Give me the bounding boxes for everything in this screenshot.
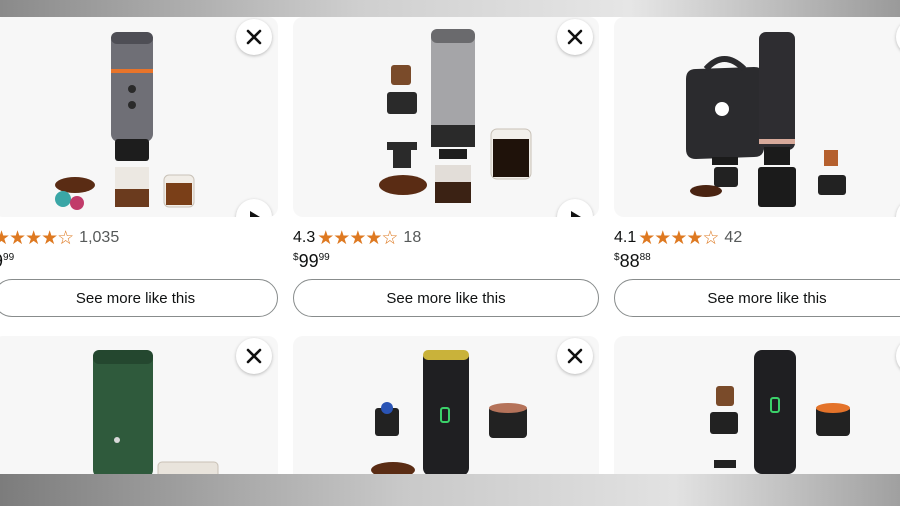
price: $9999 [293,252,330,270]
dismiss-button[interactable] [557,19,593,55]
product-image[interactable] [614,17,900,217]
top-dim-band [0,0,900,17]
price-whole: 88 [619,251,640,271]
price: $8888 [614,252,651,270]
product-card-4[interactable] [0,336,278,474]
price-whole: 99 [298,251,319,271]
dismiss-button[interactable] [236,338,272,374]
product-card-6[interactable] [614,336,900,474]
close-icon [246,348,262,364]
product-card-5-viewport [293,336,599,474]
product-image[interactable] [614,336,900,474]
dismiss-button[interactable] [557,338,593,374]
review-count[interactable]: 42 [724,229,742,247]
rating-row: 4.3 ★★★★☆ 18 [293,227,421,249]
product-card-1[interactable]: ★★★★☆ 1,035 999 See more like this [0,17,278,322]
product-card-3-viewport: 4.1 ★★★★☆ 42 $8888 See more like this [614,17,900,322]
star-rating: ★★★★☆ [0,227,74,249]
close-icon [567,348,583,364]
star-rating: ★★★★☆ [317,227,398,249]
see-more-button[interactable]: See more like this [293,279,599,317]
product-card-4-viewport [0,336,285,474]
dismiss-button[interactable] [236,19,272,55]
close-icon [246,29,262,45]
rating-row: 4.1 ★★★★☆ 42 [614,227,742,249]
price-cents: 99 [318,252,330,263]
price-cents: 88 [639,252,651,263]
rating-value: 4.3 [293,229,316,246]
product-image[interactable] [0,17,278,217]
product-image[interactable] [293,17,599,217]
see-more-button[interactable]: See more like this [0,279,278,317]
portable-espresso-maker-image [55,32,195,210]
bottom-dim-band [0,474,900,506]
close-icon [567,29,583,45]
price-currency: $ [293,252,299,263]
rating-row: ★★★★☆ 1,035 [0,227,119,249]
black-espresso-maker-image [710,350,850,474]
price: 999 [0,252,14,270]
product-card-1-viewport: ★★★★☆ 1,035 999 See more like this [0,17,285,322]
review-count[interactable]: 1,035 [79,229,119,247]
see-more-button[interactable]: See more like this [614,279,900,317]
play-icon [250,211,260,217]
review-count[interactable]: 18 [403,229,421,247]
product-card-2[interactable]: 4.3 ★★★★☆ 18 $9999 See more like this [293,17,599,322]
portable-espresso-maker-with-case-image [686,32,846,207]
price-currency: $ [614,252,620,263]
star-rating: ★★★★☆ [638,227,719,249]
rating-value: 4.1 [614,229,637,246]
product-image[interactable] [0,336,278,474]
product-image[interactable] [293,336,599,474]
product-card-6-viewport [614,336,900,474]
price-cents: 99 [3,252,15,263]
product-card-3[interactable]: 4.1 ★★★★☆ 42 $8888 See more like this [614,17,900,322]
product-card-5[interactable] [293,336,599,474]
play-icon [571,211,581,217]
black-espresso-maker-image [371,350,527,474]
portable-espresso-maker-image [379,29,532,203]
